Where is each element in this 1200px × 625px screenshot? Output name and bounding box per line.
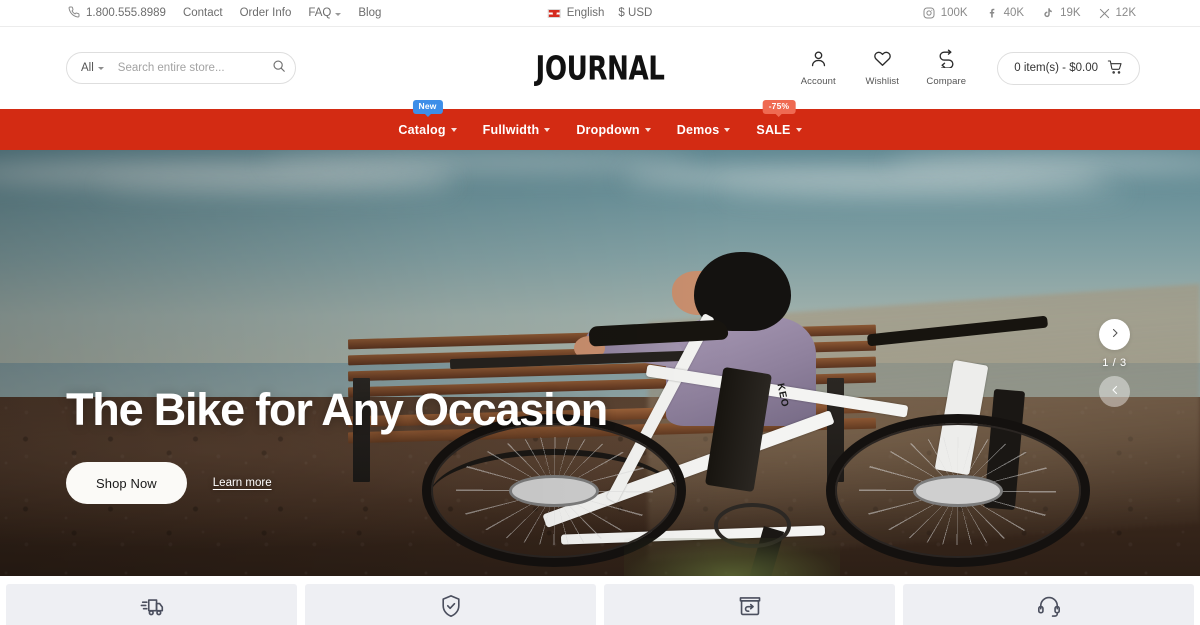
feature-free-shipping[interactable]	[6, 584, 297, 625]
wishlist-button[interactable]: Wishlist	[861, 49, 903, 87]
flag-icon	[547, 8, 561, 18]
social-tiktok[interactable]: 19K	[1042, 7, 1081, 19]
phone-number[interactable]: 1.800.555.8989	[68, 5, 166, 21]
search-bar[interactable]: All	[66, 52, 296, 84]
slider-controls: 1 / 3	[1099, 319, 1130, 407]
user-icon	[809, 49, 828, 73]
nav-item-sale[interactable]: -75% SALE	[756, 99, 802, 143]
search-icon[interactable]	[272, 59, 286, 78]
chevron-down-icon	[97, 66, 104, 70]
social-x[interactable]: 12K	[1099, 7, 1136, 19]
search-input[interactable]	[117, 62, 272, 74]
instagram-icon	[923, 7, 935, 19]
search-category-dropdown[interactable]: All	[81, 62, 104, 74]
x-twitter-icon	[1099, 8, 1110, 19]
nav-item-catalog[interactable]: New Catalog	[398, 99, 457, 143]
cart-icon	[1107, 59, 1123, 78]
cart-label: 0 item(s) - $0.00	[1014, 62, 1098, 74]
header-actions: Account Wishlist Compare 0 item(s) - $0.…	[797, 49, 1140, 87]
account-label: Account	[800, 76, 836, 87]
phone-label: 1.800.555.8989	[86, 7, 166, 19]
language-selector[interactable]: English	[547, 7, 605, 19]
topbar-left-links: 1.800.555.8989 Contact Order Info FAQ Bl…	[68, 5, 381, 21]
nav-item-catalog-label: Catalog	[398, 122, 446, 137]
slider-prev-button[interactable]	[1099, 376, 1130, 407]
chevron-right-icon	[1109, 326, 1121, 344]
nav-item-dropdown[interactable]: Dropdown	[576, 117, 651, 143]
topbar-link-order-info[interactable]: Order Info	[240, 7, 292, 19]
instagram-count: 100K	[940, 7, 968, 19]
nav-badge-new: New	[412, 99, 443, 114]
feature-easy-returns[interactable]	[604, 584, 895, 625]
slide-counter: 1 / 3	[1102, 357, 1127, 369]
x-count: 12K	[1115, 7, 1136, 19]
nav-item-demos-label: Demos	[676, 122, 720, 137]
topbar-link-contact[interactable]: Contact	[183, 7, 223, 19]
site-header: All JOURNAL Account Wishlis	[0, 27, 1200, 109]
wishlist-label: Wishlist	[865, 76, 900, 87]
hero-headline: The Bike for Any Occasion	[66, 384, 608, 435]
topbar-link-blog[interactable]: Blog	[358, 7, 381, 19]
tiktok-icon	[1042, 7, 1054, 19]
nav-item-sale-label: SALE	[756, 122, 791, 137]
topbar-link-faq[interactable]: FAQ	[308, 7, 342, 19]
chevron-down-icon	[644, 128, 651, 132]
chevron-left-icon	[1109, 383, 1121, 401]
language-label: English	[566, 7, 605, 19]
chevron-down-icon	[795, 128, 802, 132]
utility-topbar: 1.800.555.8989 Contact Order Info FAQ Bl…	[0, 0, 1200, 27]
feature-bar	[0, 576, 1200, 625]
headset-icon	[1036, 593, 1062, 624]
hero-content: The Bike for Any Occasion Shop Now Learn…	[66, 384, 608, 504]
social-stats: 100K 40K 19K 12K	[923, 7, 1136, 19]
slider-next-button[interactable]	[1099, 319, 1130, 350]
hero-image: KEO	[0, 150, 1200, 576]
chevron-down-icon	[544, 128, 551, 132]
topbar-link-faq-label: FAQ	[308, 7, 332, 19]
shop-now-button[interactable]: Shop Now	[66, 462, 187, 504]
chevron-down-icon	[335, 12, 342, 16]
cart-button[interactable]: 0 item(s) - $0.00	[997, 51, 1140, 85]
heart-icon	[873, 49, 892, 73]
chevron-down-icon	[450, 128, 457, 132]
currency-selector[interactable]: $ USD	[618, 7, 652, 19]
compare-icon	[937, 49, 956, 73]
nav-item-demos[interactable]: Demos	[677, 117, 731, 143]
nav-badge-sale: -75%	[762, 99, 796, 114]
learn-more-link[interactable]: Learn more	[213, 477, 272, 489]
hero-overlay	[0, 150, 1200, 576]
compare-label: Compare	[926, 76, 967, 87]
feature-support[interactable]	[903, 584, 1194, 625]
site-logo[interactable]: JOURNAL	[536, 49, 665, 88]
nav-badge-new-label: New	[418, 100, 437, 111]
hero-slider: KEO The Bike for Any Occasion Shop Now L…	[0, 150, 1200, 576]
nav-item-fullwidth-label: Fullwidth	[482, 122, 540, 137]
hero-actions: Shop Now Learn more	[66, 462, 607, 504]
feature-secure-payment[interactable]	[305, 584, 596, 625]
phone-icon	[68, 5, 80, 21]
chevron-down-icon	[724, 128, 731, 132]
tiktok-count: 19K	[1060, 7, 1081, 19]
account-button[interactable]: Account	[797, 49, 839, 87]
compare-button[interactable]: Compare	[925, 49, 967, 87]
nav-item-fullwidth[interactable]: Fullwidth	[483, 117, 551, 143]
facebook-count: 40K	[1003, 7, 1025, 19]
facebook-icon	[986, 7, 998, 19]
social-instagram[interactable]: 100K	[923, 7, 968, 19]
nav-item-dropdown-label: Dropdown	[576, 122, 640, 137]
nav-badge-sale-label: -75%	[768, 100, 790, 111]
locale-selectors: English $ USD	[547, 7, 652, 19]
main-navigation: New Catalog Fullwidth Dropdown Demos -75…	[0, 99, 1200, 150]
search-category-label: All	[81, 62, 94, 74]
return-box-icon	[737, 593, 763, 624]
delivery-truck-icon	[139, 593, 165, 624]
shield-check-icon	[438, 593, 464, 624]
social-facebook[interactable]: 40K	[986, 7, 1024, 19]
